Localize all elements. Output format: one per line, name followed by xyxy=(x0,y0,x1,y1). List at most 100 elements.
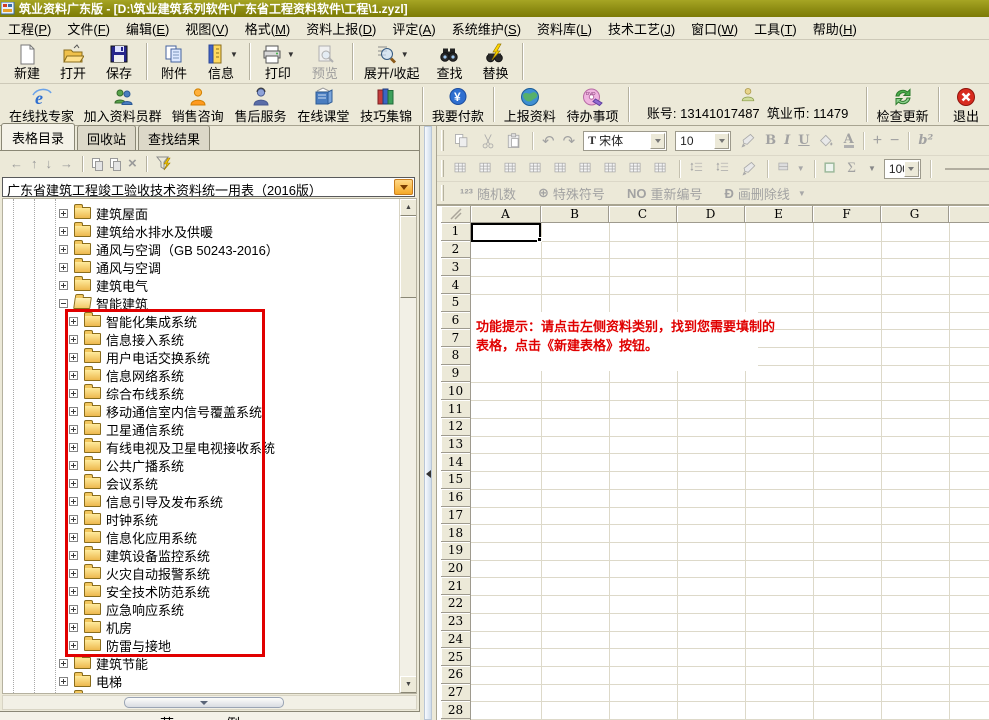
button-find[interactable]: 查找 xyxy=(426,40,472,83)
row-header-11[interactable]: 11 xyxy=(441,400,471,418)
column-header-B[interactable]: B xyxy=(541,206,609,223)
menu-item-2[interactable]: 文件(F) xyxy=(59,16,118,41)
nav-right-icon[interactable]: → xyxy=(60,156,73,171)
tree-item-3[interactable]: 通风与空调（GB 50243-2016） xyxy=(3,240,279,258)
expand-plus-icon[interactable] xyxy=(69,515,78,524)
button-attachment[interactable]: 附件 xyxy=(151,40,197,83)
row-header-10[interactable]: 10 xyxy=(441,382,471,400)
row-header-17[interactable]: 17 xyxy=(441,507,471,525)
row-header-3[interactable]: 3 xyxy=(441,258,471,276)
row-header-20[interactable]: 20 xyxy=(441,560,471,578)
row-header-27[interactable]: 27 xyxy=(441,684,471,702)
button-info[interactable]: ▼ 信息 xyxy=(197,40,245,83)
row-header-18[interactable]: 18 xyxy=(441,524,471,542)
select-all-corner[interactable] xyxy=(441,206,471,223)
tab-recycle-bin[interactable]: 回收站 xyxy=(77,125,136,150)
dropdown-arrow-icon[interactable] xyxy=(904,161,919,177)
button-sales-person[interactable]: 销售咨询 xyxy=(166,84,229,125)
panel-splitter[interactable] xyxy=(420,126,436,720)
dropdown-arrow-icon[interactable]: ▼ xyxy=(401,47,409,62)
tree-item-5[interactable]: 建筑电气 xyxy=(3,276,148,294)
expand-plus-icon[interactable] xyxy=(69,353,78,362)
expand-plus-icon[interactable] xyxy=(69,335,78,344)
button-print[interactable]: ▼ 打印 xyxy=(254,40,302,83)
nav-up-icon[interactable]: ↑ xyxy=(31,156,38,171)
button-expand-collapse[interactable]: ▼ 展开/收起 xyxy=(357,40,427,83)
catalog-combobox[interactable]: 广东省建筑工程竣工验收技术资料统一用表（2016版） xyxy=(2,177,415,197)
row-header-6[interactable]: 6 xyxy=(441,312,471,330)
expand-plus-icon[interactable] xyxy=(59,659,68,668)
tree-item-18[interactable]: 时钟系统 xyxy=(3,510,158,528)
tree-item-6[interactable]: 智能建筑 xyxy=(3,294,148,312)
expand-plus-icon[interactable] xyxy=(59,209,68,218)
row-header-5[interactable]: 5 xyxy=(441,294,471,312)
row-header-19[interactable]: 19 xyxy=(441,542,471,560)
tree-item-1[interactable]: 建筑屋面 xyxy=(3,204,148,222)
tree-item-22[interactable]: 安全技术防范系统 xyxy=(3,582,210,600)
scrollbar-thumb[interactable] xyxy=(400,216,417,298)
copy-node-icon[interactable] xyxy=(92,158,102,170)
selection-fill-handle[interactable] xyxy=(537,237,542,242)
tree-item-9[interactable]: 用户电话交换系统 xyxy=(3,348,210,366)
button-upload[interactable]: 上报资料 xyxy=(498,84,561,125)
expand-plus-icon[interactable] xyxy=(59,245,68,254)
scroll-up-button[interactable]: ▲ xyxy=(400,199,417,216)
tree-item-27[interactable]: 电梯 xyxy=(3,672,122,690)
menu-item-11[interactable]: 窗口(W) xyxy=(683,16,746,41)
tree-horizontal-scrollbar[interactable] xyxy=(2,695,417,710)
column-header-E[interactable]: E xyxy=(745,206,813,223)
menu-item-13[interactable]: 帮助(H) xyxy=(805,16,865,41)
row-header-4[interactable]: 4 xyxy=(441,276,471,294)
button-payment[interactable]: ¥ 我要付款 xyxy=(427,84,490,125)
expand-plus-icon[interactable] xyxy=(59,281,68,290)
tree-item-20[interactable]: 建筑设备监控系统 xyxy=(3,546,210,564)
expand-plus-icon[interactable] xyxy=(69,569,78,578)
button-service-person[interactable]: 售后服务 xyxy=(229,84,292,125)
tree-item-8[interactable]: 信息接入系统 xyxy=(3,330,184,348)
zoom-combobox[interactable]: 100% xyxy=(884,159,921,179)
expand-plus-icon[interactable] xyxy=(59,263,68,272)
tree-item-14[interactable]: 有线电视及卫星电视接收系统 xyxy=(3,438,275,456)
expand-plus-icon[interactable] xyxy=(59,677,68,686)
delete-node-icon[interactable]: × xyxy=(128,155,137,172)
scrollbar-thumb[interactable] xyxy=(124,697,284,708)
button-tips[interactable]: 技巧集锦 xyxy=(355,84,418,125)
row-header-12[interactable]: 12 xyxy=(441,418,471,436)
dropdown-arrow-icon[interactable]: ▼ xyxy=(287,47,295,62)
button-ie[interactable]: e 在线找专家 xyxy=(4,84,79,125)
tree-item-16[interactable]: 会议系统 xyxy=(3,474,158,492)
menu-item-9[interactable]: 资料库(L) xyxy=(529,16,600,41)
tree-item-4[interactable]: 通风与空调 xyxy=(3,258,161,276)
tree-item-11[interactable]: 综合布线系统 xyxy=(3,384,184,402)
tree-item-13[interactable]: 卫星通信系统 xyxy=(3,420,184,438)
tree-item-24[interactable]: 机房 xyxy=(3,618,132,636)
button-classroom[interactable]: 在线课堂 xyxy=(292,84,355,125)
tree-item-21[interactable]: 火灾自动报警系统 xyxy=(3,564,210,582)
selected-cell-A1[interactable] xyxy=(471,223,541,242)
column-header-D[interactable]: D xyxy=(677,206,745,223)
tree-item-12[interactable]: 移动通信室内信号覆盖系统 xyxy=(3,402,262,420)
font-size-combobox[interactable]: 10 xyxy=(675,131,731,151)
menu-item-1[interactable]: 工程(P) xyxy=(0,16,59,41)
expand-plus-icon[interactable] xyxy=(69,407,78,416)
column-header-partial[interactable] xyxy=(949,206,989,223)
expand-plus-icon[interactable] xyxy=(69,605,78,614)
button-replace[interactable]: 替换 xyxy=(472,40,518,83)
tab-form-catalog[interactable]: 表格目录 xyxy=(1,123,75,150)
column-header-G[interactable]: G xyxy=(881,206,949,223)
row-header-28[interactable]: 28 xyxy=(441,701,471,719)
button-open-folder[interactable]: 打开 xyxy=(50,40,96,83)
row-header-14[interactable]: 14 xyxy=(441,453,471,471)
nav-left-icon[interactable]: ← xyxy=(10,156,23,171)
menu-item-4[interactable]: 视图(V) xyxy=(177,16,236,41)
expand-plus-icon[interactable] xyxy=(69,533,78,542)
row-header-7[interactable]: 7 xyxy=(441,329,471,347)
filter-icon[interactable] xyxy=(156,156,172,171)
tree-item-26[interactable]: 建筑节能 xyxy=(3,654,148,672)
tree-vertical-scrollbar[interactable]: ▲ ▼ xyxy=(399,199,416,693)
expand-plus-icon[interactable] xyxy=(69,317,78,326)
column-header-A[interactable]: A xyxy=(471,206,541,223)
scroll-down-button[interactable]: ▼ xyxy=(400,676,417,693)
button-save[interactable]: 保存 xyxy=(96,40,142,83)
menu-item-3[interactable]: 编辑(E) xyxy=(118,16,177,41)
